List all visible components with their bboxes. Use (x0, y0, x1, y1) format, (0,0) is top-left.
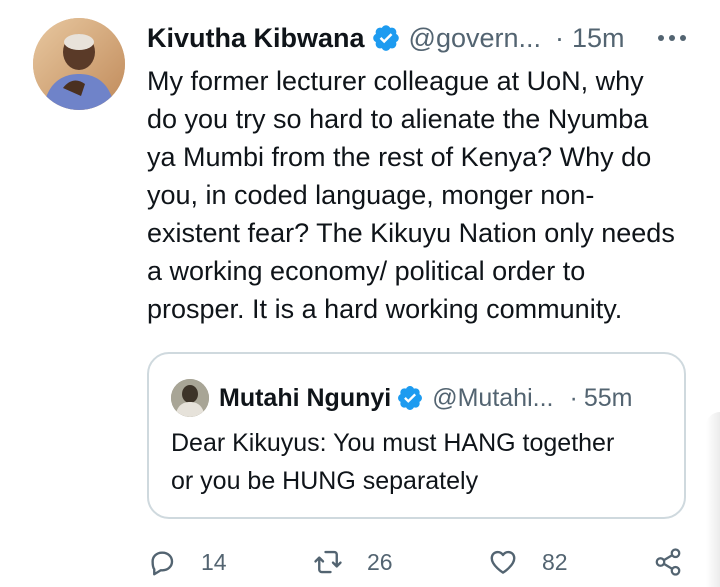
author-handle[interactable]: @govern... (409, 23, 541, 54)
reply-button[interactable]: 14 (147, 540, 227, 584)
quoted-author-avatar[interactable] (171, 379, 209, 417)
reply-count: 14 (201, 548, 227, 575)
quoted-tweet-text: Dear Kikuyus: You must HANG together or … (171, 429, 615, 495)
retweet-icon (314, 550, 342, 574)
retweet-count: 26 (367, 548, 393, 575)
tweet-actions: 14 26 82 (147, 540, 692, 584)
quoted-tweet[interactable]: Mutahi Ngunyi @Mutahi... · 55m Dear Kiku… (147, 352, 686, 519)
edge-shadow (706, 412, 720, 587)
author-avatar[interactable] (33, 18, 125, 110)
tweet: Kivutha Kibwana @govern... · 15m My form… (0, 0, 720, 587)
tweet-timestamp[interactable]: 15m (572, 23, 625, 54)
quoted-author-name: Mutahi Ngunyi (219, 383, 392, 412)
share-icon (655, 548, 681, 576)
quoted-author-handle: @Mutahi... (432, 383, 554, 412)
separator-dot: · (555, 22, 564, 53)
retweet-button[interactable]: 26 (313, 540, 393, 584)
reply-icon (151, 551, 174, 576)
tweet-header: Kivutha Kibwana @govern... · 15m (147, 18, 692, 58)
like-button[interactable]: 82 (488, 540, 568, 584)
like-count: 82 (542, 548, 568, 575)
quoted-tweet-header: Mutahi Ngunyi @Mutahi... · 55m (171, 378, 632, 418)
separator-dot: · (569, 383, 578, 412)
more-horizontal-icon[interactable] (652, 26, 692, 50)
quoted-tweet-timestamp: 55m (583, 383, 633, 412)
verified-badge-icon (372, 25, 399, 51)
tweet-text: My former lecturer colleague at UoN, why… (147, 66, 675, 324)
verified-badge-icon (398, 386, 423, 410)
author-name[interactable]: Kivutha Kibwana (147, 23, 365, 54)
share-button[interactable] (653, 540, 683, 584)
heart-icon (490, 550, 516, 574)
